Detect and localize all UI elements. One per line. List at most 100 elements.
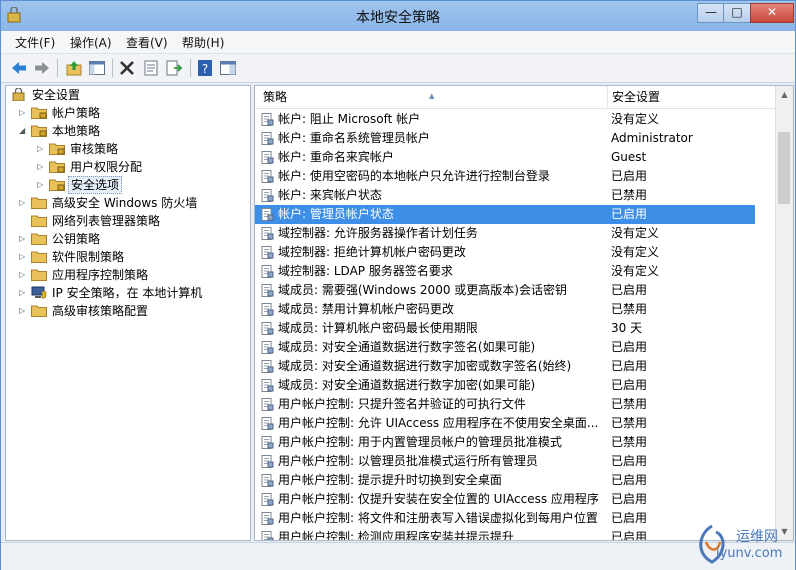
policy-document-icon <box>261 531 274 540</box>
policy-row[interactable]: 域成员: 对安全通道数据进行数字签名(如果可能) 已启用 <box>255 338 755 357</box>
policy-setting: 已禁用 <box>611 302 648 316</box>
back-icon[interactable] <box>10 59 28 77</box>
policy-setting: 已启用 <box>611 454 648 468</box>
policy-row[interactable]: 域控制器: LDAP 服务器签名要求 没有定义 <box>255 262 755 281</box>
policy-setting: 已启用 <box>611 207 648 221</box>
policy-document-icon <box>261 474 274 487</box>
expand-arrow-icon[interactable]: ▷ <box>19 284 29 302</box>
forward-icon[interactable] <box>33 59 51 77</box>
window: 本地安全策略 — □ ✕ 文件(F) 操作(A) 查看(V) 帮助(H) ? 安… <box>0 0 796 570</box>
policy-name: 帐户: 重命名系统管理员帐户 <box>278 131 430 145</box>
policy-row[interactable]: 域成员: 需要强(Windows 2000 或更高版本)会话密钥 已启用 <box>255 281 755 300</box>
policy-row[interactable]: 帐户: 阻止 Microsoft 帐户 没有定义 <box>255 110 755 129</box>
policy-name: 域成员: 禁用计算机帐户密码更改 <box>278 302 454 316</box>
policy-row-selected[interactable]: 帐户: 管理员帐户状态 已启用 <box>255 205 755 224</box>
scrollbar-thumb[interactable] <box>778 132 790 204</box>
panel-icon[interactable] <box>219 59 237 77</box>
tree-label: IP 安全策略，在 本地计算机 <box>52 286 203 300</box>
tree-node-public-key[interactable]: ▷ 公钥策略 <box>6 230 246 248</box>
policy-name: 域成员: 计算机帐户密码最长使用期限 <box>278 321 478 335</box>
up-folder-icon[interactable] <box>65 59 83 77</box>
menu-file[interactable]: 文件(F) <box>15 34 55 51</box>
menu-view[interactable]: 查看(V) <box>126 34 168 51</box>
column-header-policy[interactable]: 策略 ▲ <box>255 86 607 109</box>
policy-row[interactable]: 用户帐户控制: 将文件和注册表写入错误虚拟化到每用户位置 已启用 <box>255 509 755 528</box>
policy-row[interactable]: 域成员: 计算机帐户密码最长使用期限 30 天 <box>255 319 755 338</box>
policy-document-icon <box>261 341 274 354</box>
policy-row[interactable]: 帐户: 来宾帐户状态 已禁用 <box>255 186 755 205</box>
show-hide-tree-icon[interactable] <box>88 59 106 77</box>
policy-row[interactable]: 域成员: 对安全通道数据进行数字加密或数字签名(始终) 已启用 <box>255 357 755 376</box>
policy-row[interactable]: 域成员: 对安全通道数据进行数字加密(如果可能) 已启用 <box>255 376 755 395</box>
expand-arrow-icon[interactable]: ▷ <box>19 248 29 266</box>
expand-arrow-icon[interactable]: ▷ <box>37 176 47 194</box>
close-button[interactable]: ✕ <box>750 3 794 23</box>
policy-row[interactable]: 域控制器: 拒绝计算机帐户密码更改 没有定义 <box>255 243 755 262</box>
folder-icon <box>31 215 47 227</box>
policy-document-icon <box>261 246 274 259</box>
tree-node-firewall[interactable]: ▷ 高级安全 Windows 防火墙 <box>6 194 246 212</box>
scroll-up-icon[interactable]: ▲ <box>776 86 793 103</box>
tree-node-ip-security[interactable]: ▷ IP 安全策略，在 本地计算机 <box>6 284 246 302</box>
tree-node-app-control[interactable]: ▷ 应用程序控制策略 <box>6 266 246 284</box>
expand-arrow-icon[interactable]: ▷ <box>19 302 29 320</box>
expand-arrow-icon[interactable]: ▷ <box>19 266 29 284</box>
collapse-arrow-icon[interactable]: ◢ <box>19 122 29 140</box>
minimize-button[interactable]: — <box>697 3 725 23</box>
policy-row[interactable]: 帐户: 重命名来宾帐户 Guest <box>255 148 755 167</box>
properties-icon[interactable] <box>142 59 160 77</box>
tree-node-advanced-audit[interactable]: ▷ 高级审核策略配置 <box>6 302 246 320</box>
folder-lock-icon <box>31 107 47 119</box>
tree-node-software-restriction[interactable]: ▷ 软件限制策略 <box>6 248 246 266</box>
policy-list-pane: 策略 ▲ 安全设置 帐户: 阻止 Microsoft 帐户 没有定义 帐户: 重命名… <box>254 85 794 541</box>
policy-document-icon <box>261 322 274 335</box>
tree-label: 高级安全 Windows 防火墙 <box>52 196 198 210</box>
tree-node-user-rights[interactable]: ▷ 用户权限分配 <box>6 158 246 176</box>
folder-icon <box>31 233 47 245</box>
menu-action[interactable]: 操作(A) <box>70 34 112 51</box>
tree-node-account-policies[interactable]: ▷ 帐户策略 <box>6 104 246 122</box>
policy-setting: 已禁用 <box>611 397 648 411</box>
policy-row[interactable]: 帐户: 使用空密码的本地帐户只允许进行控制台登录 已启用 <box>255 167 755 186</box>
tree-label: 帐户策略 <box>52 106 101 120</box>
tree-node-security-options[interactable]: ▷ 安全选项 <box>6 176 246 194</box>
maximize-button[interactable]: □ <box>723 3 751 23</box>
tree-node-network-list[interactable]: 网络列表管理器策略 <box>6 212 246 230</box>
expand-arrow-icon[interactable]: ▷ <box>37 158 47 176</box>
policy-row[interactable]: 用户帐户控制: 仅提升安装在安全位置的 UIAccess 应用程序 已启用 <box>255 490 755 509</box>
policy-row[interactable]: 用户帐户控制: 以管理员批准模式运行所有管理员 已启用 <box>255 452 755 471</box>
policy-row[interactable]: 用户帐户控制: 检测应用程序安装并提示提升 已启用 <box>255 528 755 540</box>
policy-setting: 已启用 <box>611 340 648 354</box>
policy-setting: 已禁用 <box>611 435 648 449</box>
help-icon[interactable]: ? <box>196 59 214 77</box>
title-bar[interactable]: 本地安全策略 — □ ✕ <box>1 1 795 31</box>
expand-arrow-icon[interactable]: ▷ <box>19 104 29 122</box>
policy-row[interactable]: 域控制器: 允许服务器操作者计划任务 没有定义 <box>255 224 755 243</box>
policy-setting: 已启用 <box>611 359 648 373</box>
watermark-text-cn: 运维网 <box>736 529 778 545</box>
expand-arrow-icon[interactable]: ▷ <box>19 230 29 248</box>
tree-node-security-settings[interactable]: 安全设置 <box>6 86 246 104</box>
menu-help[interactable]: 帮助(H) <box>182 34 224 51</box>
policy-document-icon <box>261 379 274 392</box>
policy-row[interactable]: 用户帐户控制: 只提升签名并验证的可执行文件 已禁用 <box>255 395 755 414</box>
vertical-scrollbar[interactable]: ▲ ▼ <box>775 86 793 540</box>
export-list-icon[interactable] <box>165 59 183 77</box>
policy-document-icon <box>261 265 274 278</box>
policy-row[interactable]: 用户帐户控制: 用于内置管理员帐户的管理员批准模式 已禁用 <box>255 433 755 452</box>
policy-row[interactable]: 用户帐户控制: 允许 UIAccess 应用程序在不使用安全桌面... 已禁用 <box>255 414 755 433</box>
tree-node-local-policies[interactable]: ◢ 本地策略 <box>6 122 246 140</box>
policy-name: 用户帐户控制: 只提升签名并验证的可执行文件 <box>278 397 526 411</box>
policy-document-icon <box>261 455 274 468</box>
policy-document-icon <box>261 208 274 221</box>
policy-document-icon <box>261 113 274 126</box>
policy-row[interactable]: 用户帐户控制: 提示提升时切换到安全桌面 已启用 <box>255 471 755 490</box>
policy-name: 用户帐户控制: 允许 UIAccess 应用程序在不使用安全桌面... <box>278 416 599 430</box>
delete-icon[interactable] <box>118 59 136 77</box>
column-header-setting[interactable]: 安全设置 <box>607 86 776 109</box>
policy-row[interactable]: 域成员: 禁用计算机帐户密码更改 已禁用 <box>255 300 755 319</box>
policy-row[interactable]: 帐户: 重命名系统管理员帐户 Administrator <box>255 129 755 148</box>
expand-arrow-icon[interactable]: ▷ <box>19 194 29 212</box>
tree-node-audit-policy[interactable]: ▷ 审核策略 <box>6 140 246 158</box>
expand-arrow-icon[interactable]: ▷ <box>37 140 47 158</box>
